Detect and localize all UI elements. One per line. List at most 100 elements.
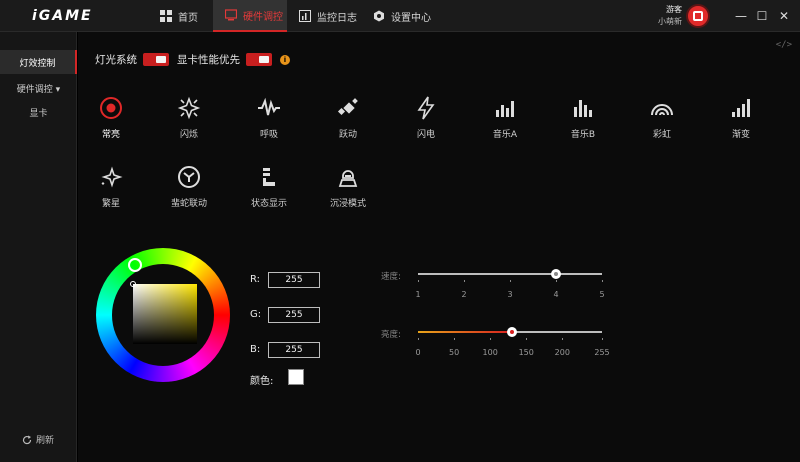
chart-icon [299, 10, 311, 22]
speed-track[interactable] [418, 273, 602, 275]
slider-tick-label: 4 [553, 290, 559, 299]
steady-icon [100, 97, 122, 119]
bars-a-icon [496, 101, 514, 117]
color-swatch[interactable] [288, 369, 304, 385]
effect-immersion[interactable]: 沉浸模式 [318, 165, 378, 221]
brightness-fill [418, 331, 512, 333]
effect-steady[interactable]: 常亮 [81, 96, 141, 152]
jump-icon [337, 98, 358, 116]
light-system-toggle[interactable] [143, 53, 169, 66]
tab-label: 硬件调控 [243, 11, 283, 23]
speed-label: 速度: [381, 272, 401, 282]
slider-tick [510, 280, 511, 282]
color-label: 颜色: [250, 376, 274, 387]
effect-flash[interactable]: 闪烁 [159, 96, 219, 152]
tab-hardware[interactable]: 硬件调控 [213, 0, 287, 32]
saturation-square[interactable] [133, 284, 197, 344]
g-input[interactable] [268, 307, 320, 323]
slider-tick [562, 338, 564, 340]
flash-star-icon [177, 96, 201, 120]
code-icon[interactable]: </> [776, 40, 792, 50]
sidebar-item-lighting[interactable]: 灯效控制 [0, 50, 77, 74]
main-panel: </> 灯光系统 显卡性能优先 i 常亮 闪烁 呼吸 跃动 闪电 音乐A 音乐B… [78, 32, 800, 462]
minimize-button[interactable]: — [731, 6, 751, 26]
user-info: 游客 小萌新 [658, 4, 682, 28]
hexagon-settings-icon [374, 10, 384, 22]
tab-label: 设置中心 [391, 12, 431, 24]
app-logo: iGAME [32, 8, 93, 24]
immersion-icon [338, 170, 358, 187]
brightness-label: 亮度: [381, 330, 401, 340]
effect-music-b[interactable]: 音乐B [553, 96, 613, 152]
tab-settings[interactable]: 设置中心 [373, 0, 431, 32]
sidebar-item-hardware[interactable]: 硬件调控 ▾ [0, 76, 77, 100]
refresh-icon [22, 435, 32, 444]
slider-tick-label: 1 [415, 290, 421, 299]
slider-tick [418, 280, 419, 282]
lightning-icon [417, 96, 435, 120]
slider-tick [490, 338, 492, 340]
tab-label: 首页 [178, 12, 198, 24]
tab-label: 监控日志 [317, 12, 357, 24]
refresh-label: 刷新 [36, 436, 55, 446]
gpu-priority-row: 显卡性能优先 i [177, 52, 290, 67]
effect-link[interactable]: 蜚蛇联动 [159, 165, 219, 221]
slider-tick-label: 2 [461, 290, 467, 299]
effect-label: 音乐A [492, 130, 518, 140]
sidebar-item-gpu[interactable]: 显卡 [0, 100, 77, 124]
gpu-priority-label: 显卡性能优先 [177, 54, 240, 66]
info-icon[interactable]: i [280, 54, 290, 65]
avatar-logo-icon [693, 11, 703, 21]
slider-tick [454, 338, 456, 340]
user-role: 游客 [666, 5, 682, 14]
slider-tick-label: 3 [507, 290, 513, 299]
pulse-icon [258, 97, 280, 116]
slider-tick [526, 338, 528, 340]
effect-label: 沉浸模式 [329, 199, 366, 209]
effect-label: 状态显示 [250, 199, 287, 209]
maximize-button[interactable]: ☐ [752, 6, 772, 26]
speed-thumb[interactable] [551, 269, 561, 279]
close-button[interactable]: ✕ [774, 6, 794, 26]
effect-lightning[interactable]: 闪电 [396, 96, 456, 152]
r-input[interactable] [268, 272, 320, 288]
slider-tick [556, 280, 557, 282]
effect-label: 闪烁 [179, 130, 198, 140]
effect-music-a[interactable]: 音乐A [475, 96, 535, 152]
title-bar: iGAME 首页 硬件调控 监控日志 设置中心 游客 小萌新 — ☐ ✕ [0, 0, 800, 32]
hue-handle[interactable] [128, 258, 142, 272]
effect-label: 呼吸 [259, 130, 278, 140]
effect-jump[interactable]: 跃动 [318, 96, 378, 152]
light-system-label: 灯光系统 [95, 54, 137, 66]
effect-label: 闪电 [416, 130, 435, 140]
saturation-handle[interactable] [130, 281, 136, 287]
slider-tick [602, 338, 603, 340]
tab-monitor-log[interactable]: 监控日志 [299, 0, 357, 32]
slider-tick-label: 255 [594, 348, 610, 357]
effect-rainbow[interactable]: 彩虹 [632, 96, 692, 152]
gpu-priority-toggle[interactable] [246, 53, 272, 66]
tab-home[interactable]: 首页 [160, 0, 198, 32]
effect-label: 繁星 [101, 199, 120, 209]
effect-label: 彩虹 [652, 130, 671, 140]
refresh-button[interactable]: 刷新 [22, 433, 54, 446]
slider-tick-label: 100 [482, 348, 498, 357]
avatar[interactable] [686, 4, 710, 28]
b-label: B: [250, 344, 261, 355]
home-grid-icon [160, 10, 172, 22]
slider-tick-label: 0 [415, 348, 421, 357]
light-system-row: 灯光系统 [95, 52, 169, 67]
link-icon [178, 166, 200, 188]
brightness-thumb[interactable] [506, 327, 517, 337]
effect-gradient[interactable]: 渐变 [711, 96, 771, 152]
status-icon [263, 168, 275, 186]
effect-label: 跃动 [338, 130, 357, 140]
effect-stars[interactable]: 繁星 [81, 165, 141, 221]
slider-tick [602, 280, 603, 282]
effect-status[interactable]: 状态显示 [239, 165, 299, 221]
effect-breathe[interactable]: 呼吸 [239, 96, 299, 152]
slider-tick-label: 5 [599, 290, 605, 299]
slider-tick [464, 280, 465, 282]
b-input[interactable] [268, 342, 320, 358]
user-name: 小萌新 [658, 17, 682, 26]
